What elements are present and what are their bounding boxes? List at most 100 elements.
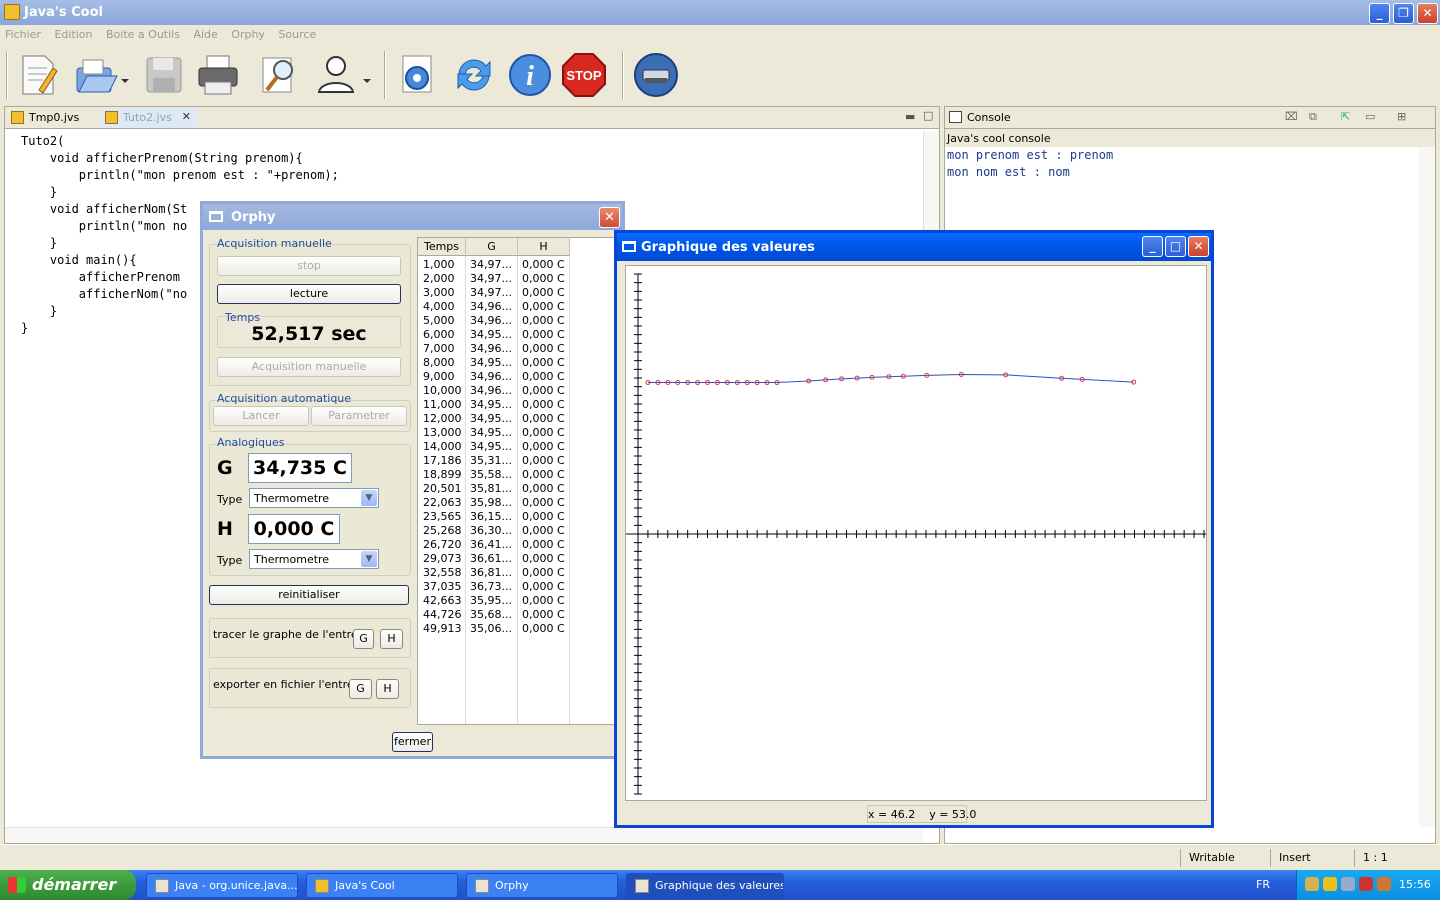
menu-edition[interactable]: Edition xyxy=(49,25,97,44)
table-cell: 34,96... xyxy=(470,370,512,383)
stop-icon[interactable]: STOP xyxy=(560,50,608,100)
table-row[interactable]: 7,000 34,96... 0,000 C xyxy=(418,342,616,356)
shield-icon[interactable] xyxy=(1323,877,1337,891)
values-table[interactable]: Temps G H 1,000 34,97... 0,000 C 2,000 34,97… xyxy=(417,237,617,725)
fermer-button[interactable]: fermer xyxy=(392,732,433,752)
new-file-icon[interactable] xyxy=(14,50,62,100)
search-icon[interactable] xyxy=(256,50,304,100)
table-row[interactable]: 17,186 35,31... 0,000 C xyxy=(418,454,616,468)
console-vertical-scrollbar[interactable] xyxy=(1419,147,1435,827)
reinitialiser-button[interactable]: reinitialiser xyxy=(209,585,409,605)
table-row[interactable]: 32,558 36,81... 0,000 C xyxy=(418,566,616,580)
table-row[interactable]: 25,268 36,30... 0,000 C xyxy=(418,524,616,538)
table-row[interactable]: 13,000 34,95... 0,000 C xyxy=(418,426,616,440)
lancer-button[interactable]: Lancer xyxy=(213,406,309,426)
table-row[interactable]: 12,000 34,95... 0,000 C xyxy=(418,412,616,426)
language-indicator[interactable]: FR xyxy=(1256,878,1270,891)
lecture-button[interactable]: lecture xyxy=(217,284,401,304)
scroll-lock-icon[interactable]: ⧉ xyxy=(1309,110,1317,124)
user-icon[interactable] xyxy=(312,50,360,100)
table-row[interactable]: 42,663 35,95... 0,000 C xyxy=(418,594,616,608)
table-cell: 0,000 C xyxy=(522,566,565,579)
antivirus-icon[interactable] xyxy=(1359,877,1373,891)
display-console-icon[interactable]: ▭ xyxy=(1365,110,1375,123)
table-row[interactable]: 18,899 35,58... 0,000 C xyxy=(418,468,616,482)
table-row[interactable]: 26,720 36,41... 0,000 C xyxy=(418,538,616,552)
menu-fichier[interactable]: Fichier xyxy=(0,25,46,44)
export-h-button[interactable]: H xyxy=(376,679,399,699)
stop-button[interactable]: stop xyxy=(217,256,401,276)
task-javas-cool[interactable]: Java's Cool xyxy=(306,873,458,898)
table-row[interactable]: 22,063 35,98... 0,000 C xyxy=(418,496,616,510)
graph-minimize-button[interactable]: _ xyxy=(1142,236,1163,257)
table-row[interactable]: 9,000 34,96... 0,000 C xyxy=(418,370,616,384)
tray-app-icon[interactable] xyxy=(1377,877,1391,891)
info-icon[interactable]: i xyxy=(506,50,554,100)
trace-h-button[interactable]: H xyxy=(380,629,403,649)
table-row[interactable]: 8,000 34,95... 0,000 C xyxy=(418,356,616,370)
start-button[interactable]: démarrer xyxy=(0,870,136,900)
table-row[interactable]: 2,000 34,97... 0,000 C xyxy=(418,272,616,286)
clear-console-icon[interactable]: ⌧ xyxy=(1285,110,1298,123)
table-cell: 0,000 C xyxy=(522,384,565,397)
table-row[interactable]: 49,913 35,06... 0,000 C xyxy=(418,622,616,636)
minimize-view-icon[interactable]: ▬ xyxy=(905,110,915,123)
table-row[interactable]: 29,073 36,61... 0,000 C xyxy=(418,552,616,566)
close-button[interactable]: ✕ xyxy=(1417,3,1438,24)
task-orphy[interactable]: Orphy xyxy=(466,873,618,898)
menu-source[interactable]: Source xyxy=(273,25,321,44)
graph-maximize-button[interactable]: □ xyxy=(1165,236,1186,257)
manual-acquisition-button[interactable]: Acquisition manuelle xyxy=(217,357,401,377)
user-tray-icon[interactable] xyxy=(1341,877,1355,891)
device-icon[interactable] xyxy=(632,50,680,100)
column-header-temps[interactable]: Temps xyxy=(418,238,466,256)
table-cell: 0,000 C xyxy=(522,482,565,495)
menu-boite-a-outils[interactable]: Boite a Outils xyxy=(101,25,185,44)
user-dropdown-icon[interactable] xyxy=(358,50,376,100)
table-row[interactable]: 44,726 35,68... 0,000 C xyxy=(418,608,616,622)
tab-tuto2[interactable]: Tuto2.jvs ✕ xyxy=(101,108,197,128)
table-row[interactable]: 1,000 34,97... 0,000 C xyxy=(418,258,616,272)
tab-tmp0[interactable]: Tmp0.jvs xyxy=(7,108,99,128)
settings-icon[interactable] xyxy=(394,50,442,100)
console-tab-label[interactable]: Console xyxy=(967,111,1011,124)
table-row[interactable]: 3,000 34,97... 0,000 C xyxy=(418,286,616,300)
g-type-select[interactable]: Thermometre ▼ xyxy=(249,488,379,508)
refresh-icon[interactable] xyxy=(450,50,498,100)
table-row[interactable]: 23,565 36,15... 0,000 C xyxy=(418,510,616,524)
editor-horizontal-scrollbar[interactable] xyxy=(5,827,923,843)
table-row[interactable]: 6,000 34,95... 0,000 C xyxy=(418,328,616,342)
graph-close-button[interactable]: ✕ xyxy=(1188,236,1209,257)
minimize-button[interactable]: _ xyxy=(1369,3,1390,24)
maximize-view-icon[interactable]: □ xyxy=(923,109,933,122)
new-console-icon[interactable]: ⊞ xyxy=(1397,110,1406,123)
close-tab-icon[interactable]: ✕ xyxy=(182,110,191,123)
table-row[interactable]: 4,000 34,96... 0,000 C xyxy=(418,300,616,314)
export-g-button[interactable]: G xyxy=(349,679,372,699)
network-icon[interactable] xyxy=(1305,877,1319,891)
table-row[interactable]: 10,000 34,96... 0,000 C xyxy=(418,384,616,398)
open-file-icon[interactable] xyxy=(72,50,120,100)
task-graphique[interactable]: Graphique des valeures xyxy=(626,873,784,898)
plot-area[interactable] xyxy=(625,265,1207,801)
orphy-close-button[interactable]: ✕ xyxy=(599,207,620,228)
parametrer-button[interactable]: Parametrer xyxy=(311,406,407,426)
table-row[interactable]: 37,035 36,73... 0,000 C xyxy=(418,580,616,594)
task-java-browser[interactable]: Java - org.unice.java... xyxy=(146,873,298,898)
java-file-icon xyxy=(11,111,24,124)
open-dropdown-icon[interactable] xyxy=(116,50,134,100)
menu-aide[interactable]: Aide xyxy=(188,25,222,44)
save-icon[interactable] xyxy=(140,50,188,100)
table-row[interactable]: 5,000 34,96... 0,000 C xyxy=(418,314,616,328)
column-header-g[interactable]: G xyxy=(466,238,518,256)
h-type-select[interactable]: Thermometre ▼ xyxy=(249,549,379,569)
table-row[interactable]: 14,000 34,95... 0,000 C xyxy=(418,440,616,454)
print-icon[interactable] xyxy=(194,50,242,100)
pin-console-icon[interactable]: ⇱ xyxy=(1341,110,1350,123)
menu-orphy[interactable]: Orphy xyxy=(226,25,270,44)
trace-g-button[interactable]: G xyxy=(353,629,374,649)
table-row[interactable]: 11,000 34,95... 0,000 C xyxy=(418,398,616,412)
restore-button[interactable]: ❐ xyxy=(1393,3,1414,24)
column-header-h[interactable]: H xyxy=(518,238,570,256)
table-row[interactable]: 20,501 35,81... 0,000 C xyxy=(418,482,616,496)
